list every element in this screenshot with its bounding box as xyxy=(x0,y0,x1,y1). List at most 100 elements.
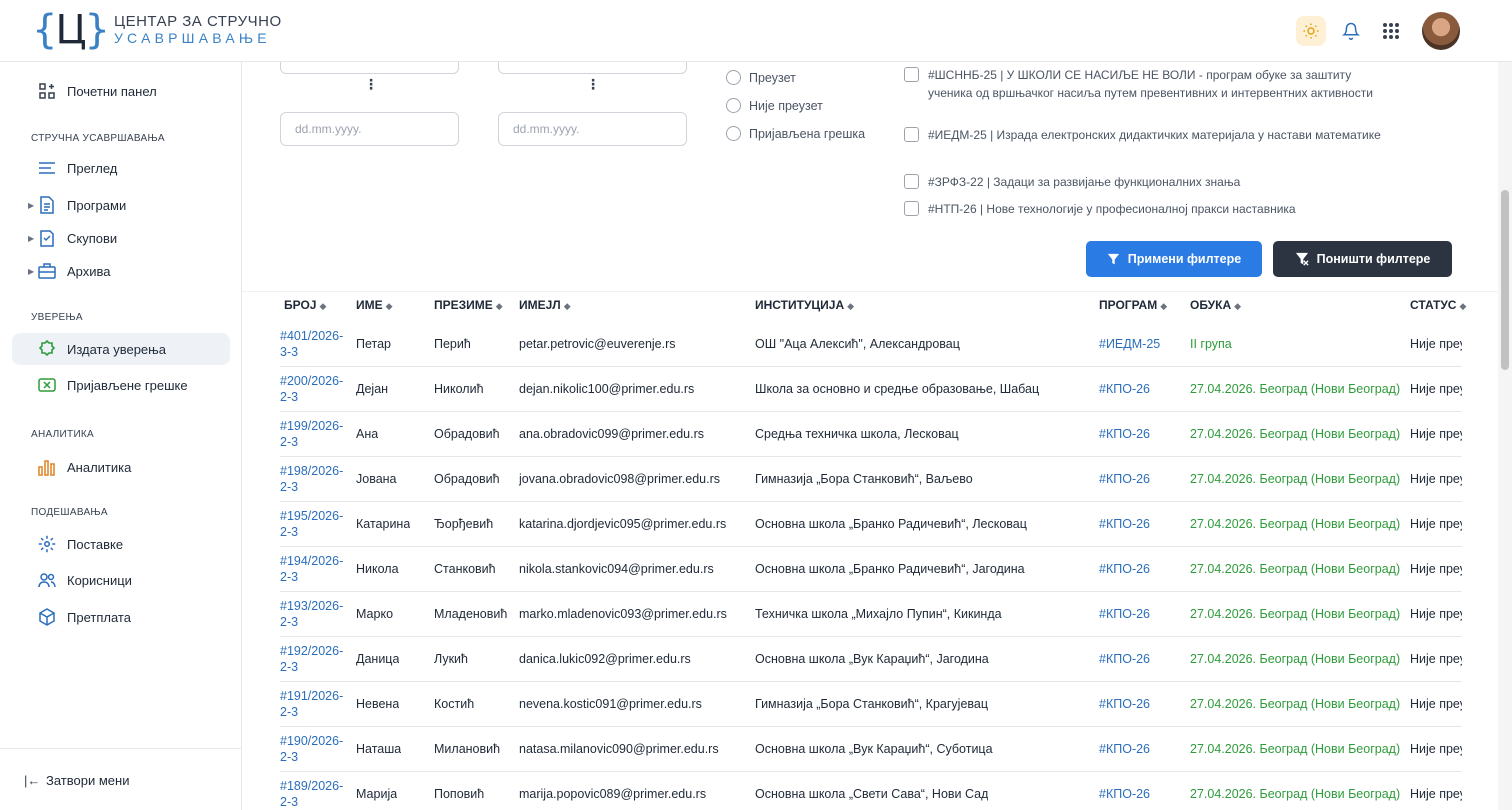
scrollbar-thumb[interactable] xyxy=(1501,190,1509,370)
main-content: ⋮ ⋮ dd.mm.yyyy. dd.mm.yyyy. Преузет Није… xyxy=(242,62,1498,810)
document-icon xyxy=(38,196,56,214)
table-row[interactable]: #198/2026-2-3 Јована Обрадовић jovana.obrad… xyxy=(280,457,1462,502)
cell-inst: Основна школа „Бранко Радичевић“, Јагоди… xyxy=(755,562,1025,576)
sidebar-item-issued-certificates[interactable]: Издата уверења xyxy=(12,333,230,365)
table-row[interactable]: #401/2026-3-3 Петар Перић petar.petrovic@eu… xyxy=(280,322,1462,367)
col-first-header[interactable]: ИМЕ ◆ xyxy=(356,298,393,312)
certificate-number-link[interactable]: #401/2026-3-3 xyxy=(280,328,352,360)
cell-last: Лукић xyxy=(434,652,468,666)
cell-first: Дејан xyxy=(356,382,389,396)
program-checkbox[interactable]: #ШСННБ-25 | У ШКОЛИ СЕ НАСИЉЕ НЕ ВОЛИ - … xyxy=(904,66,1384,102)
program-checkbox[interactable]: #ЗРФЗ-22 | Задаци за развијање функциона… xyxy=(904,173,1384,191)
cell-program[interactable]: #КПО-26 xyxy=(1099,787,1150,801)
scrollbar[interactable] xyxy=(1498,62,1512,810)
table-row[interactable]: #200/2026-2-3 Дејан Николић dejan.nikolic10… xyxy=(280,367,1462,412)
sidebar-item-programs[interactable]: ▶ Програми xyxy=(12,189,230,221)
sidebar-item-analytics[interactable]: Аналитика xyxy=(12,451,230,483)
date-from-input-partial[interactable] xyxy=(280,62,459,74)
cell-program[interactable]: #КПО-26 xyxy=(1099,742,1150,756)
radio-taken[interactable]: Преузет xyxy=(726,70,796,85)
cell-last: Обрадовић xyxy=(434,427,500,441)
certificate-number-link[interactable]: #200/2026-2-3 xyxy=(280,373,352,405)
certificate-number-link[interactable]: #190/2026-2-3 xyxy=(280,733,352,765)
certificate-number-link[interactable]: #189/2026-2-3 xyxy=(280,778,352,810)
certificate-number-link[interactable]: #194/2026-2-3 xyxy=(280,553,352,585)
radio-reported-error[interactable]: Пријављена грешка xyxy=(726,126,865,141)
cell-last: Милановић xyxy=(434,742,501,756)
cell-program[interactable]: #КПО-26 xyxy=(1099,427,1150,441)
certificate-number-link[interactable]: #191/2026-2-3 xyxy=(280,688,352,720)
cell-training: 27.04.2026. Београд (Нови Београд) xyxy=(1190,427,1401,441)
cell-program[interactable]: #КПО-26 xyxy=(1099,562,1150,576)
sidebar-item-settings[interactable]: Поставке xyxy=(12,528,230,560)
logo-mark: {Ц} xyxy=(32,7,110,53)
col-training-header[interactable]: ОБУКА ◆ xyxy=(1190,298,1241,312)
cell-inst: Гимназија „Бора Станковић“, Крагујевац xyxy=(755,697,989,711)
sidebar-item-archive[interactable]: ▶ Архива xyxy=(12,255,230,287)
cell-inst: Гимназија „Бора Станковић“, Ваљево xyxy=(755,472,973,486)
notifications-button[interactable] xyxy=(1336,16,1366,46)
table-row[interactable]: #190/2026-2-3 Наташа Милановић natasa.milan… xyxy=(280,727,1462,772)
cell-last: Костић xyxy=(434,697,475,711)
col-program-header[interactable]: ПРОГРАМ ◆ xyxy=(1099,298,1167,312)
certificate-number-link[interactable]: #192/2026-2-3 xyxy=(280,643,352,675)
error-ticket-icon xyxy=(38,376,56,394)
kebab-menu-icon[interactable]: ⋮ xyxy=(364,76,378,93)
col-institution-header[interactable]: ИНСТИТУЦИЈА ◆ xyxy=(755,298,854,312)
table-row[interactable]: #195/2026-2-3 Катарина Ђорђевић katarina.dj… xyxy=(280,502,1462,547)
table-row[interactable]: #199/2026-2-3 Ана Обрадовић ana.obradovic09… xyxy=(280,412,1462,457)
certificate-number-link[interactable]: #193/2026-2-3 xyxy=(280,598,352,630)
cell-program[interactable]: #КПО-26 xyxy=(1099,472,1150,486)
date-to-input[interactable]: dd.mm.yyyy. xyxy=(498,112,687,146)
theme-toggle-button[interactable] xyxy=(1296,16,1326,46)
sidebar-item-overview[interactable]: Преглед xyxy=(12,152,230,184)
cell-program[interactable]: #КПО-26 xyxy=(1099,697,1150,711)
sidebar-item-dashboard[interactable]: Почетни панел xyxy=(12,75,230,107)
cell-status: Није преузет xyxy=(1410,472,1462,486)
cell-inst: ОШ "Аца Алексић", Александровац xyxy=(755,337,960,351)
logo[interactable]: {Ц} ЦЕНТАР ЗА СТРУЧНО УСАВРШАВАЊЕ xyxy=(32,8,282,52)
date-to-input-partial[interactable] xyxy=(498,62,687,74)
col-email-header[interactable]: ИМЕЈЛ ◆ xyxy=(519,298,571,312)
sidebar-item-users[interactable]: Корисници xyxy=(12,564,230,596)
table-row[interactable]: #193/2026-2-3 Марко Младеновић marko.mladen… xyxy=(280,592,1462,637)
col-last-header[interactable]: ПРЕЗИМЕ ◆ xyxy=(434,298,503,312)
certificate-number-link[interactable]: #198/2026-2-3 xyxy=(280,463,352,495)
top-bar: {Ц} ЦЕНТАР ЗА СТРУЧНО УСАВРШАВАЊЕ xyxy=(0,0,1512,62)
apps-button[interactable] xyxy=(1376,16,1406,46)
cell-status: Није преузет xyxy=(1410,427,1462,441)
table-row[interactable]: #192/2026-2-3 Даница Лукић danica.lukic092@… xyxy=(280,637,1462,682)
cell-program[interactable]: #КПО-26 xyxy=(1099,517,1150,531)
cell-program[interactable]: #КПО-26 xyxy=(1099,652,1150,666)
certificate-number-link[interactable]: #199/2026-2-3 xyxy=(280,418,352,450)
sidebar-item-reported-errors[interactable]: Пријављене грешке xyxy=(12,369,230,401)
certificate-number-link[interactable]: #195/2026-2-3 xyxy=(280,508,352,540)
date-from-input[interactable]: dd.mm.yyyy. xyxy=(280,112,459,146)
col-num-header[interactable]: БРОЈ ◆ xyxy=(284,298,326,312)
badge-icon xyxy=(38,340,56,358)
sidebar-item-label: Издата уверења xyxy=(67,341,166,357)
briefcase-icon xyxy=(38,262,56,280)
col-status-header[interactable]: СТАТУС ◆ xyxy=(1410,298,1466,312)
cell-last: Станковић xyxy=(434,562,496,576)
cell-program[interactable]: #КПО-26 xyxy=(1099,607,1150,621)
cell-email: katarina.djordjevic095@primer.edu.rs xyxy=(519,517,727,531)
apply-filters-button[interactable]: Примени филтере xyxy=(1086,241,1262,277)
program-checkbox[interactable]: #ИЕДМ-25 | Израда електронских дидактичк… xyxy=(904,126,1384,144)
sidebar-item-gatherings[interactable]: ▶ Скупови xyxy=(12,222,230,254)
user-avatar[interactable] xyxy=(1422,12,1460,50)
kebab-menu-icon[interactable]: ⋮ xyxy=(586,76,600,93)
cell-program[interactable]: #ИЕДМ-25 xyxy=(1099,337,1160,351)
table-row[interactable]: #194/2026-2-3 Никола Станковић nikola.stank… xyxy=(280,547,1462,592)
sidebar-item-subscription[interactable]: Претплата xyxy=(12,601,230,633)
program-checkbox[interactable]: #НТП-26 | Нове технологије у професионал… xyxy=(904,200,1384,218)
table-row[interactable]: #189/2026-2-3 Марија Поповић marija.popovic… xyxy=(280,772,1462,810)
collapse-menu-button[interactable]: |← Затвори мени xyxy=(0,748,241,810)
cell-status: Није преузет xyxy=(1410,607,1462,621)
cell-first: Невена xyxy=(356,697,400,711)
table-row[interactable]: #191/2026-2-3 Невена Костић nevena.kostic09… xyxy=(280,682,1462,727)
radio-not-taken[interactable]: Није преузет xyxy=(726,98,823,113)
reset-filters-button[interactable]: Поништи филтере xyxy=(1273,241,1452,277)
cell-training: 27.04.2026. Београд (Нови Београд) xyxy=(1190,607,1401,621)
cell-program[interactable]: #КПО-26 xyxy=(1099,382,1150,396)
